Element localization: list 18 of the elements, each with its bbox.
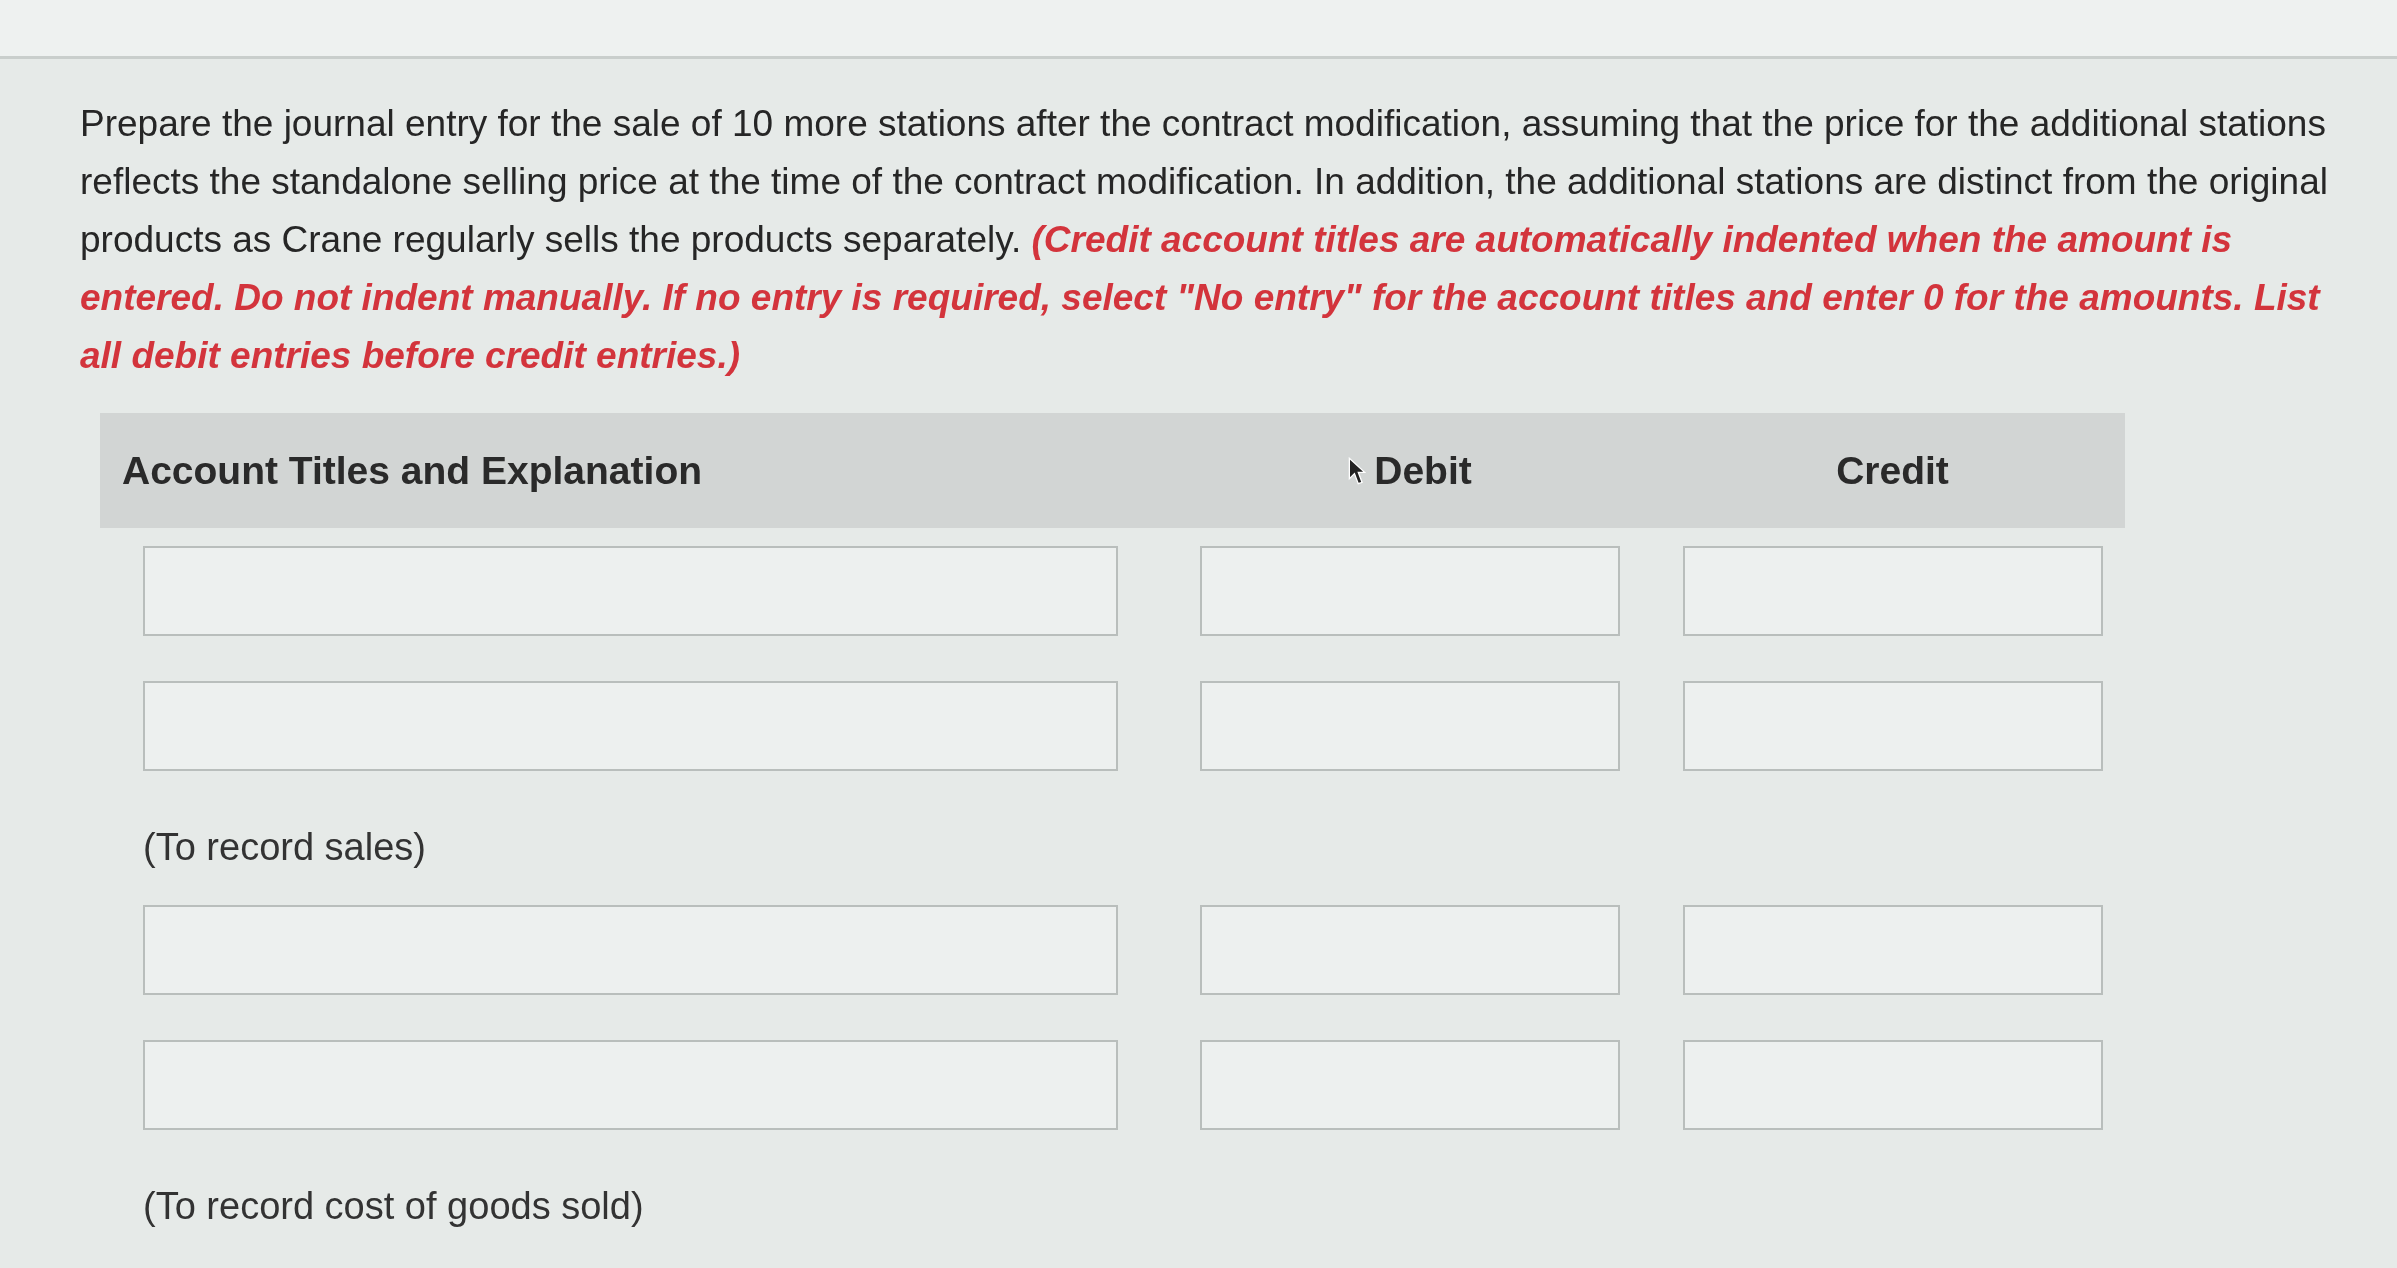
entry-note: (To record sales) — [143, 826, 426, 868]
input-field[interactable] — [143, 1040, 1118, 1130]
input-field[interactable] — [1200, 546, 1620, 636]
input-field[interactable] — [143, 905, 1118, 995]
input-field[interactable] — [1682, 1040, 2103, 1130]
input-field[interactable] — [1682, 546, 2103, 636]
input-field[interactable] — [143, 546, 1118, 636]
input-field[interactable] — [1200, 681, 1620, 771]
entry-note: (To record cost of goods sold) — [143, 1185, 644, 1227]
question-text: Prepare the journal entry for the sale of 10 more stations after the contract modification, assuming that the price for the additional stations reflects the standalone selling price at the time of the contract modification. In addition, the additional stations are distinct from the original products as Crane regularly sells the products separately. (Credit account titles are automatically indented when the amount is entered. Do not indent manually. If no entry is required, select "No entry" for the account titles and enter 0 for the amounts. List all debit entries before credit entries.) — [80, 102, 2329, 378]
column-header: Account Titles and Explanation — [122, 448, 703, 493]
column-header: Credit — [1836, 448, 1949, 493]
input-field[interactable] — [1200, 1040, 1620, 1130]
input-field[interactable] — [1682, 905, 2103, 995]
input-field[interactable] — [1200, 905, 1620, 995]
input-field[interactable] — [143, 681, 1118, 771]
column-header: Debit — [1374, 448, 1472, 493]
input-field[interactable] — [1682, 681, 2103, 771]
